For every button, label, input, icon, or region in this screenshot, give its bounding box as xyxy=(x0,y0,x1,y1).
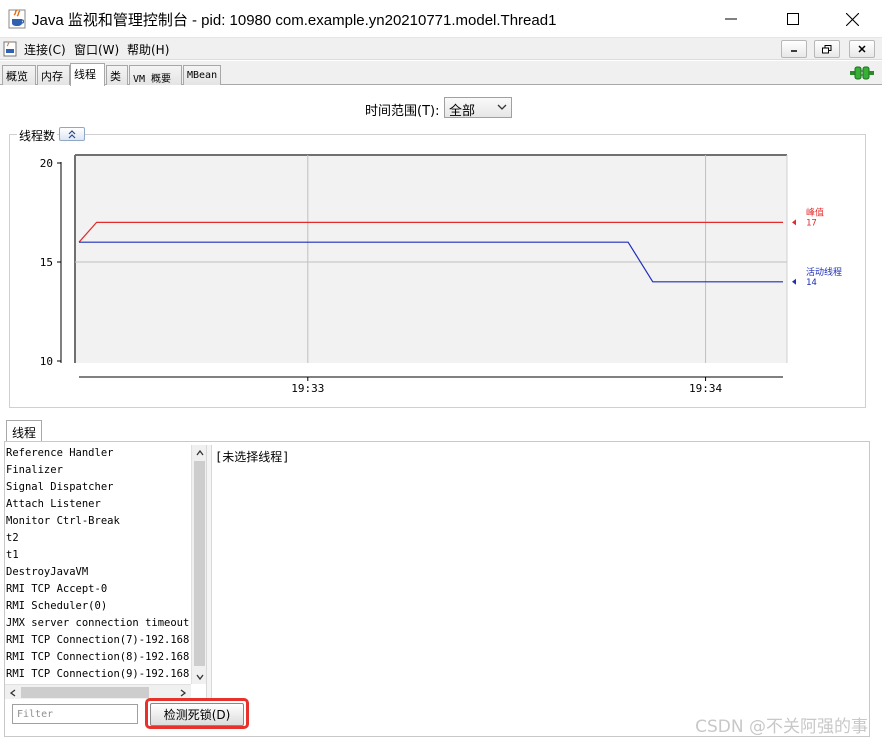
thread-list-item[interactable]: Finalizer xyxy=(6,464,63,481)
thread-detail-text: [未选择线程] xyxy=(215,450,290,464)
watermark-text: CSDN @不关阿强的事 xyxy=(695,717,868,737)
maximize-button[interactable] xyxy=(779,6,807,32)
menu-help[interactable]: 帮助(H) xyxy=(127,41,169,58)
title-bar: Java 监视和管理控制台 - pid: 10980 com.example.y… xyxy=(0,0,882,38)
scroll-left-button[interactable] xyxy=(5,685,20,700)
tab-threads[interactable]: 线程 xyxy=(70,63,105,86)
thread-list-hscrollbar[interactable] xyxy=(5,684,191,699)
minimize-icon xyxy=(791,50,797,52)
tab-memory[interactable]: 内存 xyxy=(37,65,70,85)
thread-list-item[interactable]: Signal Dispatcher xyxy=(6,481,113,498)
thread-count-chart: 20 15 10 19:33 19:34 峰值17 活动线程14 xyxy=(40,154,842,395)
series-value: 17 xyxy=(806,218,817,228)
scroll-up-button[interactable] xyxy=(192,445,207,460)
thread-list-item[interactable]: RMI Scheduler(0) xyxy=(6,600,107,617)
thread-list-item[interactable]: Reference Handler xyxy=(6,447,113,464)
thread-list-item[interactable]: RMI TCP Connection(8)-192.168. xyxy=(6,651,196,668)
thread-list-item[interactable]: JMX server connection timeout xyxy=(6,617,189,634)
inner-minimize-button[interactable] xyxy=(781,40,807,58)
x-tick-label: 19:34 xyxy=(689,382,722,395)
document-icon xyxy=(3,41,17,57)
maximize-icon xyxy=(787,13,799,25)
tab-vm-summary[interactable]: VM 概要 xyxy=(129,65,182,85)
thread-list-item[interactable]: Monitor Ctrl-Break xyxy=(6,515,120,532)
connected-plug-icon xyxy=(850,66,874,80)
series-label: 峰值 xyxy=(806,206,824,218)
close-button[interactable] xyxy=(838,6,866,32)
thread-list-item[interactable]: RMI TCP Connection(9)-192.168. xyxy=(6,668,196,685)
close-icon xyxy=(858,45,866,53)
highlight-annotation xyxy=(145,698,249,729)
scroll-down-icon xyxy=(195,674,204,680)
menu-window[interactable]: 窗口(W) xyxy=(74,41,119,58)
main-tabs: 概览 内存 线程 类 VM 概要 MBean xyxy=(0,61,882,86)
thread-filter-input[interactable] xyxy=(12,704,138,724)
thread-list-item[interactable]: t1 xyxy=(6,549,19,566)
menu-connect[interactable]: 连接(C) xyxy=(24,41,66,58)
tab-mbean[interactable]: MBean xyxy=(183,65,221,85)
thread-list-item[interactable]: Attach Listener xyxy=(6,498,101,515)
series-marker xyxy=(792,219,796,226)
series-label: 活动线程 xyxy=(806,266,842,278)
series-marker xyxy=(792,278,796,285)
inner-close-button[interactable] xyxy=(849,40,875,58)
threads-page: 时间范围(T): 全部 线程数 20 15 10 19:33 19:34 峰值 17 活动线程… xyxy=(0,86,882,742)
thread-list-item[interactable]: DestroyJavaVM xyxy=(6,566,88,583)
series-value: 14 xyxy=(806,278,817,288)
tab-classes[interactable]: 类 xyxy=(106,65,128,85)
minimize-button[interactable] xyxy=(717,6,745,32)
thread-list-vscrollbar[interactable] xyxy=(191,445,206,684)
scroll-right-icon xyxy=(180,688,186,697)
thread-list-item[interactable]: RMI TCP Accept-0 xyxy=(6,583,107,600)
hscroll-thumb[interactable] xyxy=(21,687,149,698)
scroll-up-icon xyxy=(195,449,204,455)
thread-list[interactable]: Reference Handler Finalizer Signal Dispatc… xyxy=(5,445,209,701)
scroll-left-icon xyxy=(9,688,15,697)
thread-list-item[interactable]: RMI TCP Connection(7)-192.168. xyxy=(6,634,196,651)
tab-overview[interactable]: 概览 xyxy=(2,65,36,85)
y-tick-label: 20 xyxy=(40,157,53,170)
plot-area xyxy=(75,155,787,363)
menu-bar: 连接(C) 窗口(W) 帮助(H) xyxy=(0,38,882,60)
close-icon xyxy=(845,12,859,26)
vscroll-thumb[interactable] xyxy=(194,461,205,666)
restore-icon xyxy=(822,44,832,53)
window-title: Java 监视和管理控制台 - pid: 10980 com.example.y… xyxy=(32,12,557,29)
thread-list-item[interactable]: t2 xyxy=(6,532,19,549)
inner-restore-button[interactable] xyxy=(814,40,840,58)
x-tick-label: 19:33 xyxy=(291,382,324,395)
scroll-down-button[interactable] xyxy=(192,669,207,684)
split-pane-divider[interactable] xyxy=(206,445,212,701)
java-app-icon xyxy=(8,9,26,29)
y-tick-label: 10 xyxy=(40,355,53,368)
thread-detail-area[interactable]: [未选择线程] xyxy=(213,445,867,736)
minimize-icon xyxy=(725,18,737,20)
tab-thread-list[interactable]: 线程 xyxy=(6,420,42,442)
y-tick-label: 15 xyxy=(40,256,53,269)
